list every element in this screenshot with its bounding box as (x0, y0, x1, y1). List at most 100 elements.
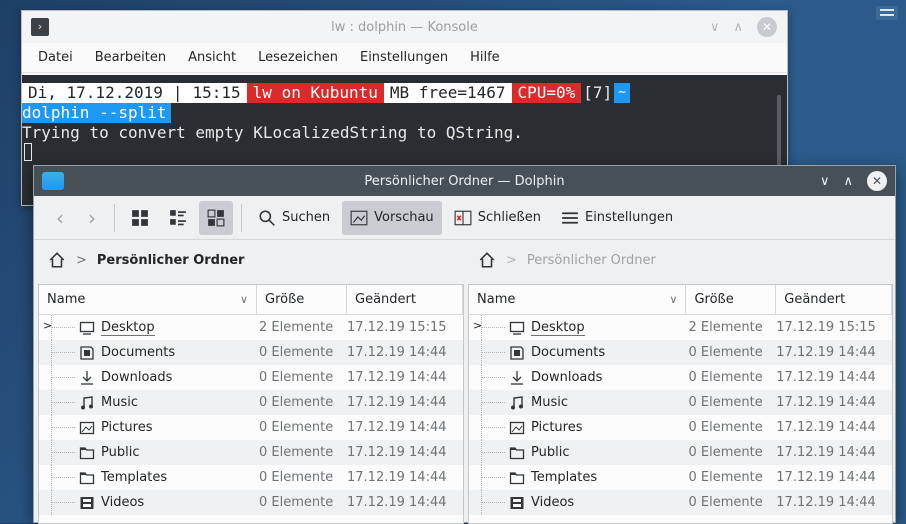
prompt-jobs: [7] (581, 83, 615, 103)
file-size: 0 Elemente (259, 495, 334, 510)
table-row[interactable]: Downloads 0 Elemente 17.12.19 14:44 (469, 365, 892, 390)
tree-connector: > (469, 315, 509, 340)
konsole-app-icon[interactable]: › (31, 18, 49, 36)
table-row[interactable]: Documents 0 Elemente 17.12.19 14:44 (39, 340, 463, 365)
details-view-button[interactable] (199, 200, 233, 235)
compact-view-button[interactable] (161, 201, 195, 235)
table-row[interactable]: Music 0 Elemente 17.12.19 14:44 (469, 390, 892, 415)
expand-arrow-icon[interactable]: > (43, 319, 52, 332)
prompt-separator: | (168, 83, 187, 103)
file-name-cell: Downloads (469, 365, 686, 390)
file-modified: 17.12.19 14:44 (347, 370, 447, 385)
dolphin-toolbar: ‹ › Suchen Vorschau Schließen Einstellun… (34, 196, 895, 240)
file-size: 0 Elemente (259, 470, 334, 485)
file-size: 0 Elemente (259, 420, 334, 435)
breadcrumb-location[interactable]: Persönlicher Ordner (97, 253, 245, 268)
prompt-host: lw on Kubuntu (246, 83, 384, 103)
dolphin-titlebar[interactable]: Persönlicher Ordner — Dolphin ∨ ∧ ✕ (34, 166, 895, 196)
table-row[interactable]: Public 0 Elemente 17.12.19 14:44 (39, 440, 463, 465)
preview-button[interactable]: Vorschau (342, 200, 442, 235)
folder-icon (79, 445, 95, 461)
table-row[interactable]: Videos 0 Elemente 17.12.19 14:44 (39, 490, 463, 515)
file-modified: 17.12.19 15:15 (776, 320, 876, 335)
forward-arrow-icon[interactable]: › (78, 206, 106, 230)
file-name-cell: > Desktop (39, 315, 257, 340)
column-modified[interactable]: Geändert (776, 285, 892, 314)
dolphin-close-icon[interactable]: ✕ (867, 171, 887, 191)
tree-connector (39, 415, 79, 440)
folder-icon (79, 470, 95, 486)
settings-button[interactable]: Einstellungen (553, 201, 681, 235)
column-size[interactable]: Größe (686, 285, 777, 314)
table-row[interactable]: Music 0 Elemente 17.12.19 14:44 (39, 390, 463, 415)
file-name: Public (531, 445, 570, 460)
tree-connector (39, 465, 79, 490)
file-size: 0 Elemente (688, 420, 763, 435)
file-name-cell: Documents (39, 340, 257, 365)
table-row[interactable]: Videos 0 Elemente 17.12.19 14:44 (469, 490, 892, 515)
menu-bearbeiten[interactable]: Bearbeiten (95, 50, 166, 65)
column-size[interactable]: Größe (257, 285, 347, 314)
file-size: 2 Elemente (688, 320, 763, 335)
chevron-down-icon[interactable]: ∨ (240, 285, 248, 315)
output-line: Trying to convert empty KLocalizedString… (22, 123, 787, 143)
dolphin-app-icon[interactable] (42, 172, 64, 190)
maximize-icon[interactable]: ∧ (843, 174, 853, 189)
file-modified: 17.12.19 14:44 (347, 420, 447, 435)
column-name[interactable]: Name ∨ (469, 285, 687, 315)
table-row[interactable]: Pictures 0 Elemente 17.12.19 14:44 (469, 415, 892, 440)
prompt-cpu: CPU=0% (511, 83, 582, 103)
back-arrow-icon[interactable]: ‹ (46, 206, 74, 230)
file-modified: 17.12.19 14:44 (776, 470, 876, 485)
details-view[interactable]: Name ∨ Größe Geändert > Desktop 2 Elemente 1… (468, 284, 893, 524)
column-name-label: Name (477, 292, 516, 307)
command-line: dolphin --split (22, 103, 787, 123)
minimize-icon[interactable]: ∨ (820, 174, 830, 189)
search-button-label: Suchen (282, 210, 331, 225)
details-view[interactable]: Name ∨ Größe Geändert > Desktop 2 Elemente 1… (38, 284, 464, 524)
menu-hilfe[interactable]: Hilfe (470, 50, 500, 65)
prompt-directory: ~ (614, 83, 631, 103)
home-icon[interactable] (48, 251, 66, 269)
menu-einstellungen[interactable]: Einstellungen (360, 50, 448, 65)
menu-lesezeichen[interactable]: Lesezeichen (258, 50, 338, 65)
menu-ansicht[interactable]: Ansicht (188, 50, 236, 65)
konsole-titlebar[interactable]: › lw : dolphin — Konsole ∨ ∧ ✕ (22, 11, 787, 43)
compact-view-icon (170, 209, 186, 225)
breadcrumb-location[interactable]: Persönlicher Ordner (527, 253, 656, 268)
table-row[interactable]: Documents 0 Elemente 17.12.19 14:44 (469, 340, 892, 365)
table-row[interactable]: Templates 0 Elemente 17.12.19 14:44 (39, 465, 463, 490)
pictures-icon (509, 420, 525, 436)
maximize-icon[interactable]: ∧ (733, 20, 743, 35)
home-icon[interactable] (478, 251, 496, 269)
icons-view-button[interactable] (123, 201, 157, 235)
table-row[interactable]: Downloads 0 Elemente 17.12.19 14:44 (39, 365, 463, 390)
search-icon (259, 209, 275, 226)
konsole-close-icon[interactable]: ✕ (757, 17, 777, 37)
minimize-icon[interactable]: ∨ (710, 20, 720, 35)
folder-icon (509, 445, 525, 461)
file-name-cell: Videos (39, 490, 257, 515)
column-modified-label: Geändert (355, 292, 416, 307)
dolphin-title: Persönlicher Ordner — Dolphin (364, 173, 565, 189)
column-size-label: Größe (265, 292, 305, 307)
file-name-cell: Pictures (39, 415, 257, 440)
column-modified[interactable]: Geändert (347, 285, 463, 314)
close-split-button[interactable]: Schließen (446, 201, 549, 235)
chevron-down-icon[interactable]: ∨ (669, 285, 677, 315)
file-name-cell: Music (39, 390, 257, 415)
table-row[interactable]: > Desktop 2 Elemente 17.12.19 15:15 (469, 315, 892, 340)
expand-arrow-icon[interactable]: > (473, 319, 482, 332)
search-button[interactable]: Suchen (250, 201, 338, 235)
table-row[interactable]: > Desktop 2 Elemente 17.12.19 15:15 (39, 315, 463, 340)
menu-datei[interactable]: Datei (38, 50, 73, 65)
panel-menu-icon[interactable] (876, 6, 898, 20)
table-row[interactable]: Pictures 0 Elemente 17.12.19 14:44 (39, 415, 463, 440)
column-name-label: Name (47, 292, 86, 307)
table-row[interactable]: Public 0 Elemente 17.12.19 14:44 (469, 440, 892, 465)
file-name: Desktop (531, 319, 585, 336)
file-size: 0 Elemente (688, 395, 763, 410)
column-name[interactable]: Name ∨ (39, 285, 257, 314)
table-row[interactable]: Templates 0 Elemente 17.12.19 14:44 (469, 465, 892, 490)
tree-connector (39, 390, 79, 415)
